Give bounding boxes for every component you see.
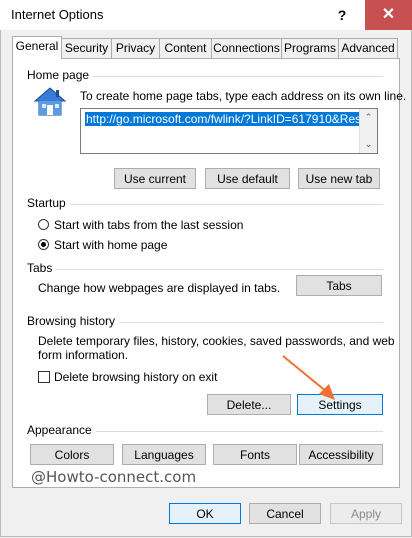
radio-home-page-label: Start with home page (54, 238, 168, 252)
delete-on-exit-label: Delete browsing history on exit (54, 370, 218, 384)
tab-privacy[interactable]: Privacy (111, 38, 160, 58)
tab-security[interactable]: Security (61, 38, 112, 58)
home-page-label: Home page (27, 68, 94, 82)
appearance-label: Appearance (27, 423, 96, 437)
apply-button[interactable]: Apply (330, 503, 402, 524)
close-button[interactable]: ✕ (365, 0, 412, 30)
watermark-text: @Howto-connect.com (31, 468, 197, 486)
browsing-history-description-line1: Delete temporary files, history, cookies… (38, 334, 395, 348)
help-button[interactable]: ? (319, 0, 365, 30)
ok-button[interactable]: OK (169, 503, 241, 524)
tabs-description: Change how webpages are displayed in tab… (38, 281, 281, 295)
house-icon (33, 87, 67, 116)
home-page-instruction: To create home page tabs, type each addr… (80, 89, 407, 103)
use-default-button[interactable]: Use default (205, 168, 290, 189)
tabs-group-label: Tabs (27, 261, 57, 275)
window-title: Internet Options (11, 7, 104, 22)
home-page-url-text: http://go.microsoft.com/fwlink/?LinkID=6… (85, 112, 363, 126)
tab-general[interactable]: General (12, 36, 62, 59)
startup-label: Startup (27, 196, 70, 210)
browsing-history-label: Browsing history (27, 314, 120, 328)
tab-connections[interactable]: Connections (211, 38, 282, 58)
annotation-arrow-icon (282, 355, 335, 400)
radio-last-session-label: Start with tabs from the last session (54, 218, 244, 232)
browsing-history-description-line2: form information. (38, 348, 129, 362)
tab-content[interactable]: Content (159, 38, 212, 58)
tab-programs[interactable]: Programs (281, 38, 339, 58)
languages-button[interactable]: Languages (122, 444, 206, 465)
colors-button[interactable]: Colors (30, 444, 114, 465)
tab-advanced[interactable]: Advanced (338, 38, 398, 58)
radio-home-page[interactable] (38, 239, 49, 250)
cancel-button[interactable]: Cancel (249, 503, 321, 524)
use-new-tab-button[interactable]: Use new tab (298, 168, 380, 189)
accessibility-button[interactable]: Accessibility (299, 444, 383, 465)
home-page-url-input[interactable]: http://go.microsoft.com/fwlink/?LinkID=6… (80, 108, 378, 154)
tabs-button[interactable]: Tabs (296, 275, 382, 296)
scroll-up-icon[interactable]: ⌃ (360, 112, 377, 123)
use-current-button[interactable]: Use current (114, 168, 196, 189)
url-scrollbar[interactable]: ⌃ ⌄ (359, 109, 377, 153)
radio-last-session[interactable] (38, 219, 49, 230)
delete-on-exit-checkbox[interactable] (38, 371, 50, 383)
title-bar: Internet Options ? ✕ (0, 0, 412, 30)
fonts-button[interactable]: Fonts (213, 444, 297, 465)
scroll-down-icon[interactable]: ⌄ (360, 139, 377, 150)
